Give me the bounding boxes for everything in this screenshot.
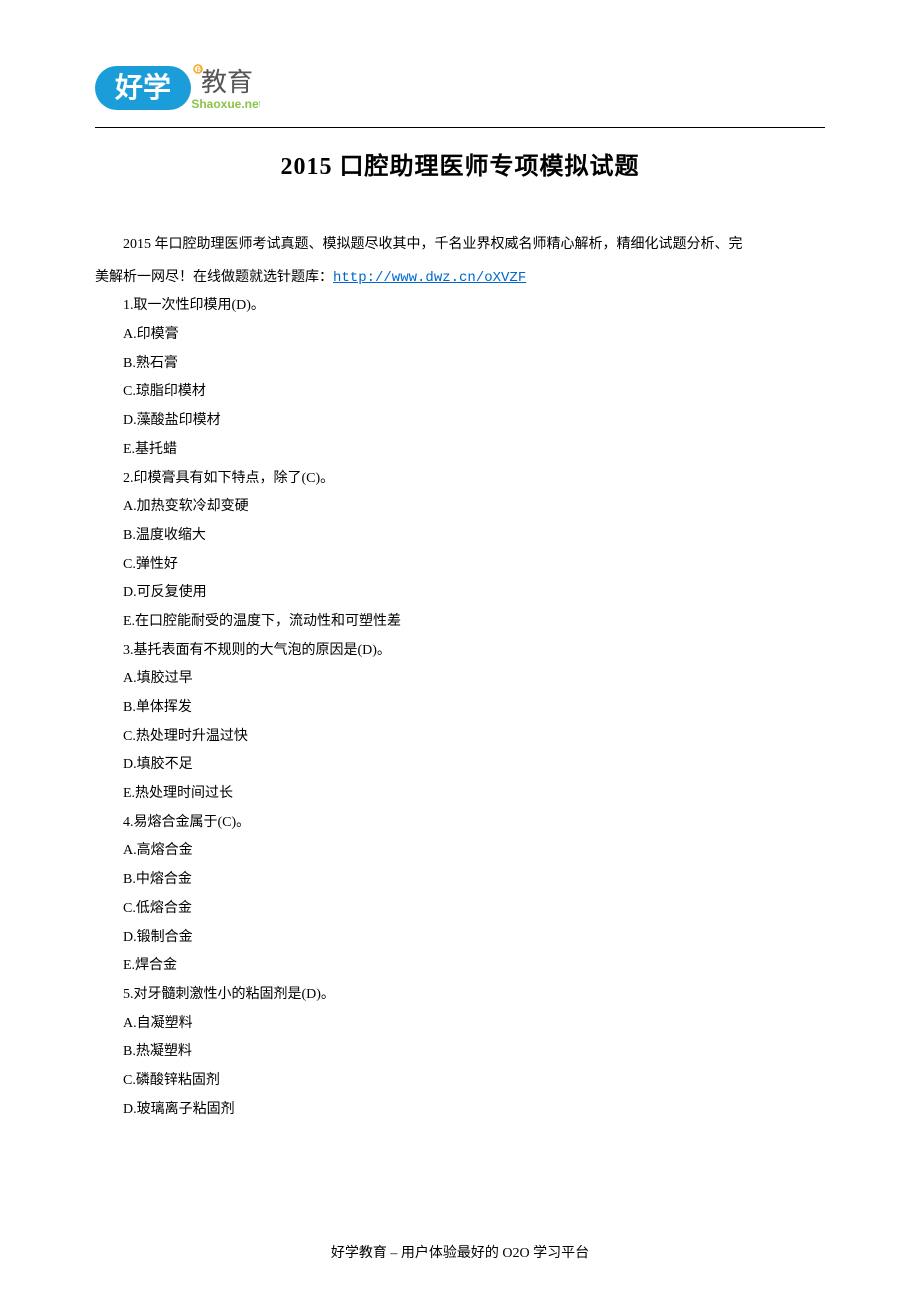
option-text: C.磷酸锌粘固剂	[95, 1067, 825, 1096]
intro-text-2: 美解析一网尽！在线做题就选针题库：	[95, 270, 333, 285]
option-text: D.玻璃离子粘固剂	[95, 1096, 825, 1125]
option-text: A.自凝塑料	[95, 1010, 825, 1039]
option-text: A.高熔合金	[95, 837, 825, 866]
option-text: B.单体挥发	[95, 694, 825, 723]
option-text: D.锻制合金	[95, 924, 825, 953]
option-text: B.温度收缩大	[95, 522, 825, 551]
page-footer: 好学教育 – 用户体验最好的 O2O 学习平台	[0, 1242, 920, 1262]
option-text: D.可反复使用	[95, 579, 825, 608]
option-text: D.填胶不足	[95, 751, 825, 780]
option-text: B.熟石膏	[95, 350, 825, 379]
brand-logo: 好学 R 教育 Shaoxue.net	[95, 60, 260, 123]
intro-text-1: 2015 年口腔助理医师考试真题、模拟题尽收其中，千名业界权威名师精心解析，精细…	[123, 237, 743, 252]
logo-domain-text: Shaoxue.net	[191, 97, 260, 111]
option-text: C.低熔合金	[95, 895, 825, 924]
option-text: E.焊合金	[95, 952, 825, 981]
logo-sub-text: 教育	[201, 68, 253, 97]
option-text: B.热凝塑料	[95, 1038, 825, 1067]
option-text: C.热处理时升温过快	[95, 723, 825, 752]
option-text: A.填胶过早	[95, 665, 825, 694]
intro-paragraph-2: 美解析一网尽！在线做题就选针题库：http://www.dwz.cn/oXVZF	[95, 264, 825, 293]
question-text: 1.取一次性印模用(D)。	[95, 292, 825, 321]
option-text: D.藻酸盐印模材	[95, 407, 825, 436]
logo-main-text: 好学	[114, 71, 171, 103]
question-text: 5.对牙髓刺激性小的粘固剂是(D)。	[95, 981, 825, 1010]
question-text: 4.易熔合金属于(C)。	[95, 809, 825, 838]
question-text: 3.基托表面有不规则的大气泡的原因是(D)。	[95, 637, 825, 666]
option-text: C.弹性好	[95, 551, 825, 580]
option-text: B.中熔合金	[95, 866, 825, 895]
intro-paragraph: 2015 年口腔助理医师考试真题、模拟题尽收其中，千名业界权威名师精心解析，精细…	[95, 231, 825, 260]
logo-area: 好学 R 教育 Shaoxue.net	[95, 60, 825, 123]
option-text: A.印模膏	[95, 321, 825, 350]
page-title: 2015 口腔助理医师专项模拟试题	[95, 146, 825, 181]
question-text: 2.印模膏具有如下特点，除了(C)。	[95, 465, 825, 494]
questions-container: 1.取一次性印模用(D)。A.印模膏B.熟石膏C.琼脂印模材D.藻酸盐印模材E.…	[95, 292, 825, 1124]
question-bank-link[interactable]: http://www.dwz.cn/oXVZF	[333, 270, 526, 286]
option-text: A.加热变软冷却变硬	[95, 493, 825, 522]
option-text: E.热处理时间过长	[95, 780, 825, 809]
header-divider	[95, 127, 825, 128]
option-text: E.在口腔能耐受的温度下，流动性和可塑性差	[95, 608, 825, 637]
option-text: C.琼脂印模材	[95, 378, 825, 407]
option-text: E.基托蜡	[95, 436, 825, 465]
